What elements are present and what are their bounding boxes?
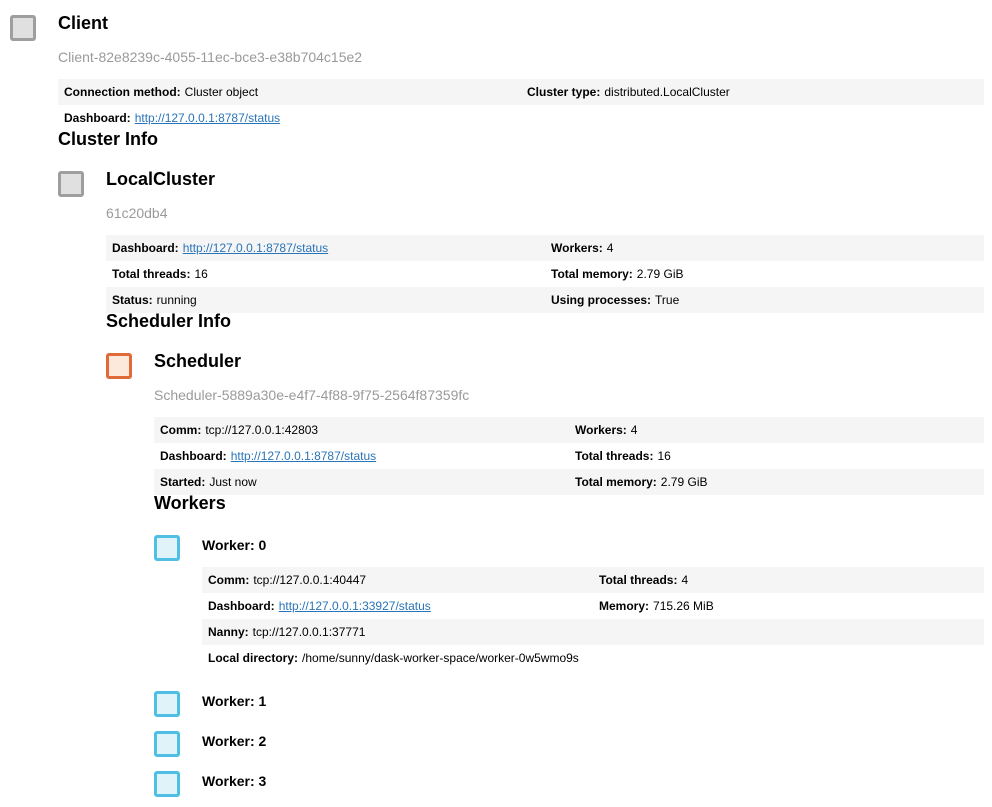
worker-title[interactable]: Worker: 2 [202,733,266,749]
scheduler-comm-label: Comm: [160,423,202,437]
cluster-icon [58,171,84,197]
scheduler-memory-value: 2.79 GiB [660,475,708,489]
client-icon [10,15,36,41]
scheduler-memory-label: Total memory: [575,475,657,489]
client-dashboard-label: Dashboard: [64,111,131,125]
worker0-dashboard-link[interactable]: http://127.0.0.1:33927/status [279,599,431,613]
cluster-type-value: distributed.LocalCluster [604,85,730,99]
worker0-row-1: Comm: tcp://127.0.0.1:40447 Total thread… [202,567,984,593]
cluster-info-heading: Cluster Info [58,129,159,149]
cluster-row-1: Dashboard: http://127.0.0.1:8787/status … [106,235,984,261]
cluster-row-3: Status: running Using processes: True [106,287,984,313]
scheduler-dashboard-label: Dashboard: [160,449,227,463]
scheduler-threads-value: 16 [657,449,671,463]
scheduler-started-label: Started: [160,475,206,489]
worker-title[interactable]: Worker: 1 [202,693,266,709]
scheduler-workers-value: 4 [630,423,638,437]
scheduler-info-heading: Scheduler Info [106,311,232,331]
worker0-localdir-value: /home/sunny/dask-worker-space/worker-0w5… [302,651,579,665]
scheduler-row-2: Dashboard: http://127.0.0.1:8787/status … [154,443,984,469]
worker-icon[interactable] [154,691,180,717]
client-row-2: Dashboard: http://127.0.0.1:8787/status [58,105,984,131]
scheduler-id: Scheduler-5889a30e-e4f7-4f88-9f75-2564f8… [154,387,470,403]
scheduler-comm-value: tcp://127.0.0.1:42803 [205,423,319,437]
worker0-comm-label: Comm: [208,573,250,587]
worker-icon[interactable] [154,771,180,797]
scheduler-started-value: Just now [209,475,257,489]
worker0-row-3: Nanny: tcp://127.0.0.1:37771 [202,619,984,645]
worker-icon[interactable] [154,535,180,561]
scheduler-row-3: Started: Just now Total memory: 2.79 GiB [154,469,984,495]
cluster-id: 61c20db4 [106,205,168,221]
worker0-nanny-label: Nanny: [208,625,249,639]
scheduler-threads-label: Total threads: [575,449,654,463]
cluster-threads-label: Total threads: [112,267,191,281]
worker0-comm-value: tcp://127.0.0.1:40447 [253,573,367,587]
scheduler-icon [106,353,132,379]
worker0-memory-value: 715.26 MiB [653,599,714,613]
scheduler-title: Scheduler [154,351,242,371]
worker0-dashboard-label: Dashboard: [208,599,275,613]
worker0-row-4: Local directory: /home/sunny/dask-worker… [202,645,984,671]
client-id: Client-82e8239c-4055-11ec-bce3-e38b704c1… [58,49,363,65]
cluster-processes-label: Using processes: [551,293,652,307]
worker0-threads-label: Total threads: [599,573,678,587]
worker-icon[interactable] [154,731,180,757]
cluster-status-label: Status: [112,293,153,307]
cluster-status-value: running [156,293,197,307]
worker-title[interactable]: Worker: 0 [202,537,266,553]
connection-method-value: Cluster object [184,85,259,99]
scheduler-dashboard-link[interactable]: http://127.0.0.1:8787/status [231,449,376,463]
worker-title[interactable]: Worker: 3 [202,773,266,789]
cluster-dashboard-link[interactable]: http://127.0.0.1:8787/status [183,241,328,255]
cluster-title: LocalCluster [106,169,216,189]
client-title: Client [58,13,109,33]
cluster-type-label: Cluster type: [527,85,601,99]
scheduler-workers-label: Workers: [575,423,627,437]
cluster-memory-value: 2.79 GiB [636,267,684,281]
scheduler-row-1: Comm: tcp://127.0.0.1:42803 Workers: 4 [154,417,984,443]
worker0-threads-value: 4 [681,573,689,587]
worker0-localdir-label: Local directory: [208,651,299,665]
cluster-dashboard-label: Dashboard: [112,241,179,255]
worker0-memory-label: Memory: [599,599,650,613]
worker0-nanny-value: tcp://127.0.0.1:37771 [252,625,366,639]
connection-method-label: Connection method: [64,85,181,99]
client-row-1: Connection method: Cluster object Cluste… [58,79,984,105]
client-dashboard-link[interactable]: http://127.0.0.1:8787/status [135,111,280,125]
cluster-workers-label: Workers: [551,241,603,255]
cluster-workers-value: 4 [606,241,614,255]
cluster-memory-label: Total memory: [551,267,633,281]
worker0-row-2: Dashboard: http://127.0.0.1:33927/status… [202,593,984,619]
workers-heading: Workers [154,493,226,513]
cluster-processes-value: True [655,293,680,307]
cluster-row-2: Total threads: 16 Total memory: 2.79 GiB [106,261,984,287]
cluster-threads-value: 16 [194,267,208,281]
